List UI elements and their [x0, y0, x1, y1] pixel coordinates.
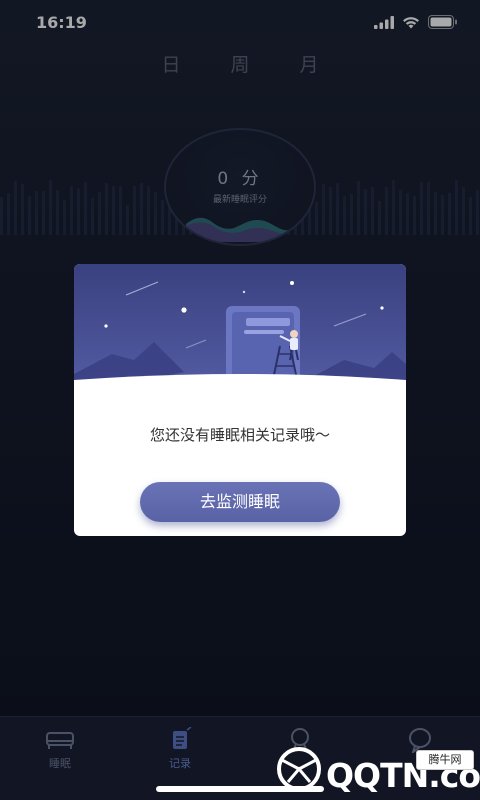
- start-monitoring-button[interactable]: 去监测睡眠: [140, 482, 340, 522]
- nav-label-record: 记录: [169, 757, 191, 770]
- bed-icon: [46, 732, 74, 749]
- empty-record-dialog: 您还没有睡眠相关记录哦～ 去监测睡眠: [74, 264, 406, 536]
- empty-record-message: 您还没有睡眠相关记录哦～: [149, 426, 330, 444]
- calendar-icon: [173, 727, 192, 749]
- nav-item-sleep[interactable]: 睡眠: [0, 717, 120, 800]
- watermark-badge: 腾牛网: [416, 750, 474, 770]
- person-on-ladder-illustration: [74, 264, 406, 400]
- sleep-record-screen: 16:19 日 周 月 0 分 最新睡眠评分 您还没有睡眠相关记录哦～ 去监测睡…: [0, 0, 480, 800]
- nav-label-sleep: 睡眠: [49, 757, 71, 770]
- home-indicator: [156, 786, 324, 792]
